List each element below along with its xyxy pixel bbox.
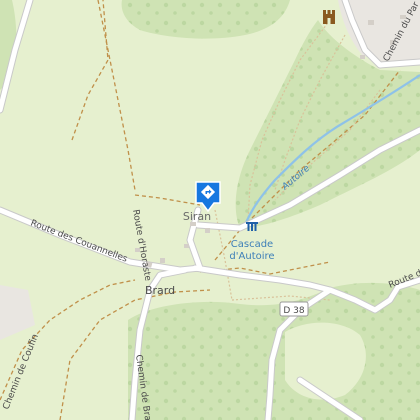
map-canvas[interactable]: Route des Couannelles Route d'Horaste Ch…	[0, 0, 420, 420]
waterfall-icon[interactable]	[246, 222, 258, 231]
label-cascade-line2: d'Autoire	[229, 251, 274, 262]
label-d38: D 38	[283, 306, 305, 316]
label-siran: Siran	[183, 210, 211, 223]
d38-shield: D 38	[279, 301, 309, 317]
label-cascade-line1: Cascade	[231, 239, 273, 250]
label-brard: Brard	[145, 284, 175, 297]
castle-icon[interactable]	[323, 10, 335, 24]
